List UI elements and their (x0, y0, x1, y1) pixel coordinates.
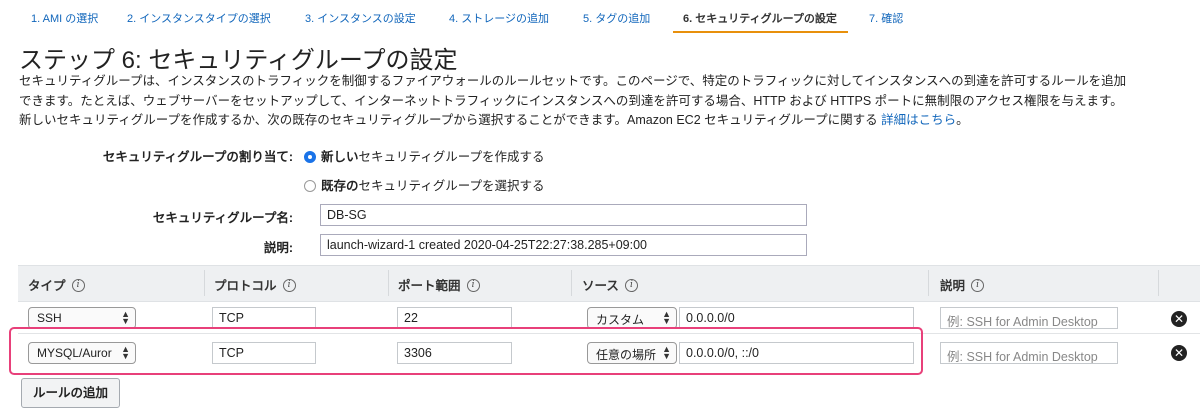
info-icon[interactable]: i (466, 279, 480, 293)
header-port: ポート範囲 i (398, 275, 480, 294)
protocol-field: TCP (212, 307, 316, 329)
header-description: 説明 i (940, 275, 985, 294)
tab-review[interactable]: 7. 確認 (869, 10, 903, 26)
source-select[interactable]: カスタム ▲ ▼ (587, 307, 677, 329)
rules-table-header: タイプ i プロトコル i ポート範囲 i ソース i 説明 i (18, 265, 1200, 302)
add-rule-button[interactable]: ルールの追加 (21, 378, 121, 408)
tab-tags[interactable]: 5. タグの追加 (583, 10, 650, 26)
tab-instance-settings[interactable]: 3. インスタンスの設定 (305, 10, 416, 26)
port-field[interactable]: 22 (397, 307, 512, 329)
column-divider (571, 270, 572, 296)
header-protocol: プロトコル i (214, 275, 296, 294)
group-name-label: セキュリティグループ名: (152, 211, 293, 225)
wizard-tabs: 1. AMI の選択 2. インスタンスタイプの選択 3. インスタンスの設定 … (0, 0, 1200, 36)
rule-description-input[interactable]: 例: SSH for Admin Desktop (940, 342, 1118, 364)
radio-existing-group[interactable]: 既存のセキュリティグループを選択する (304, 175, 545, 194)
header-type: タイプ i (28, 275, 85, 294)
active-tab-underline (673, 31, 848, 33)
select-arrows-icon: ▲ ▼ (662, 309, 671, 326)
select-arrows-icon: ▲ ▼ (121, 309, 130, 326)
info-icon[interactable]: i (624, 279, 638, 293)
source-cidr-field[interactable]: 0.0.0.0/0 (679, 307, 914, 329)
tab-security-group[interactable]: 6. セキュリティグループの設定 (683, 10, 837, 26)
learn-more-link[interactable]: 詳細はこちら (881, 113, 956, 127)
description-line-2: できます。たとえば、ウェブサーバーをセットアップして、インターネットトラフィック… (19, 93, 1123, 108)
assign-label: セキュリティグループの割り当て: (102, 150, 293, 164)
column-divider (204, 270, 205, 296)
description-line-3: 新しいセキュリティグループを作成するか、次の既存のセキュリティグループから選択す… (19, 113, 969, 127)
group-desc-input[interactable]: launch-wizard-1 created 2020-04-25T22:27… (320, 234, 807, 256)
highlight-annotation (9, 327, 923, 375)
column-divider (928, 270, 929, 296)
header-source: ソース i (582, 275, 638, 294)
tab-ami[interactable]: 1. AMI の選択 (31, 10, 98, 26)
group-name-input[interactable]: DB-SG (320, 204, 807, 226)
page-description: セキュリティグループは、インスタンスのトラフィックを制御するファイアウォールのル… (19, 72, 1199, 131)
group-desc-label: 説明: (263, 241, 293, 255)
info-icon[interactable]: i (282, 279, 296, 293)
radio-existing-indicator[interactable] (304, 179, 316, 192)
radio-new-indicator[interactable] (304, 150, 316, 163)
type-select[interactable]: SSH ▲ ▼ (28, 307, 136, 329)
description-line-1: セキュリティグループは、インスタンスのトラフィックを制御するファイアウォールのル… (19, 74, 1127, 88)
tab-instance-type[interactable]: 2. インスタンスタイプの選択 (127, 10, 271, 26)
column-divider (1158, 270, 1159, 296)
column-divider (388, 270, 389, 296)
info-icon[interactable]: i (971, 279, 985, 293)
remove-rule-icon[interactable]: ✕ (1171, 311, 1187, 327)
rule-description-input[interactable]: 例: SSH for Admin Desktop (940, 307, 1118, 329)
radio-new-group[interactable]: 新しいセキュリティグループを作成する (304, 146, 545, 165)
remove-rule-icon[interactable]: ✕ (1171, 345, 1187, 361)
page-title: ステップ 6: セキュリティグループの設定 (19, 47, 458, 74)
tab-storage[interactable]: 4. ストレージの追加 (449, 10, 549, 26)
info-icon[interactable]: i (71, 279, 85, 293)
